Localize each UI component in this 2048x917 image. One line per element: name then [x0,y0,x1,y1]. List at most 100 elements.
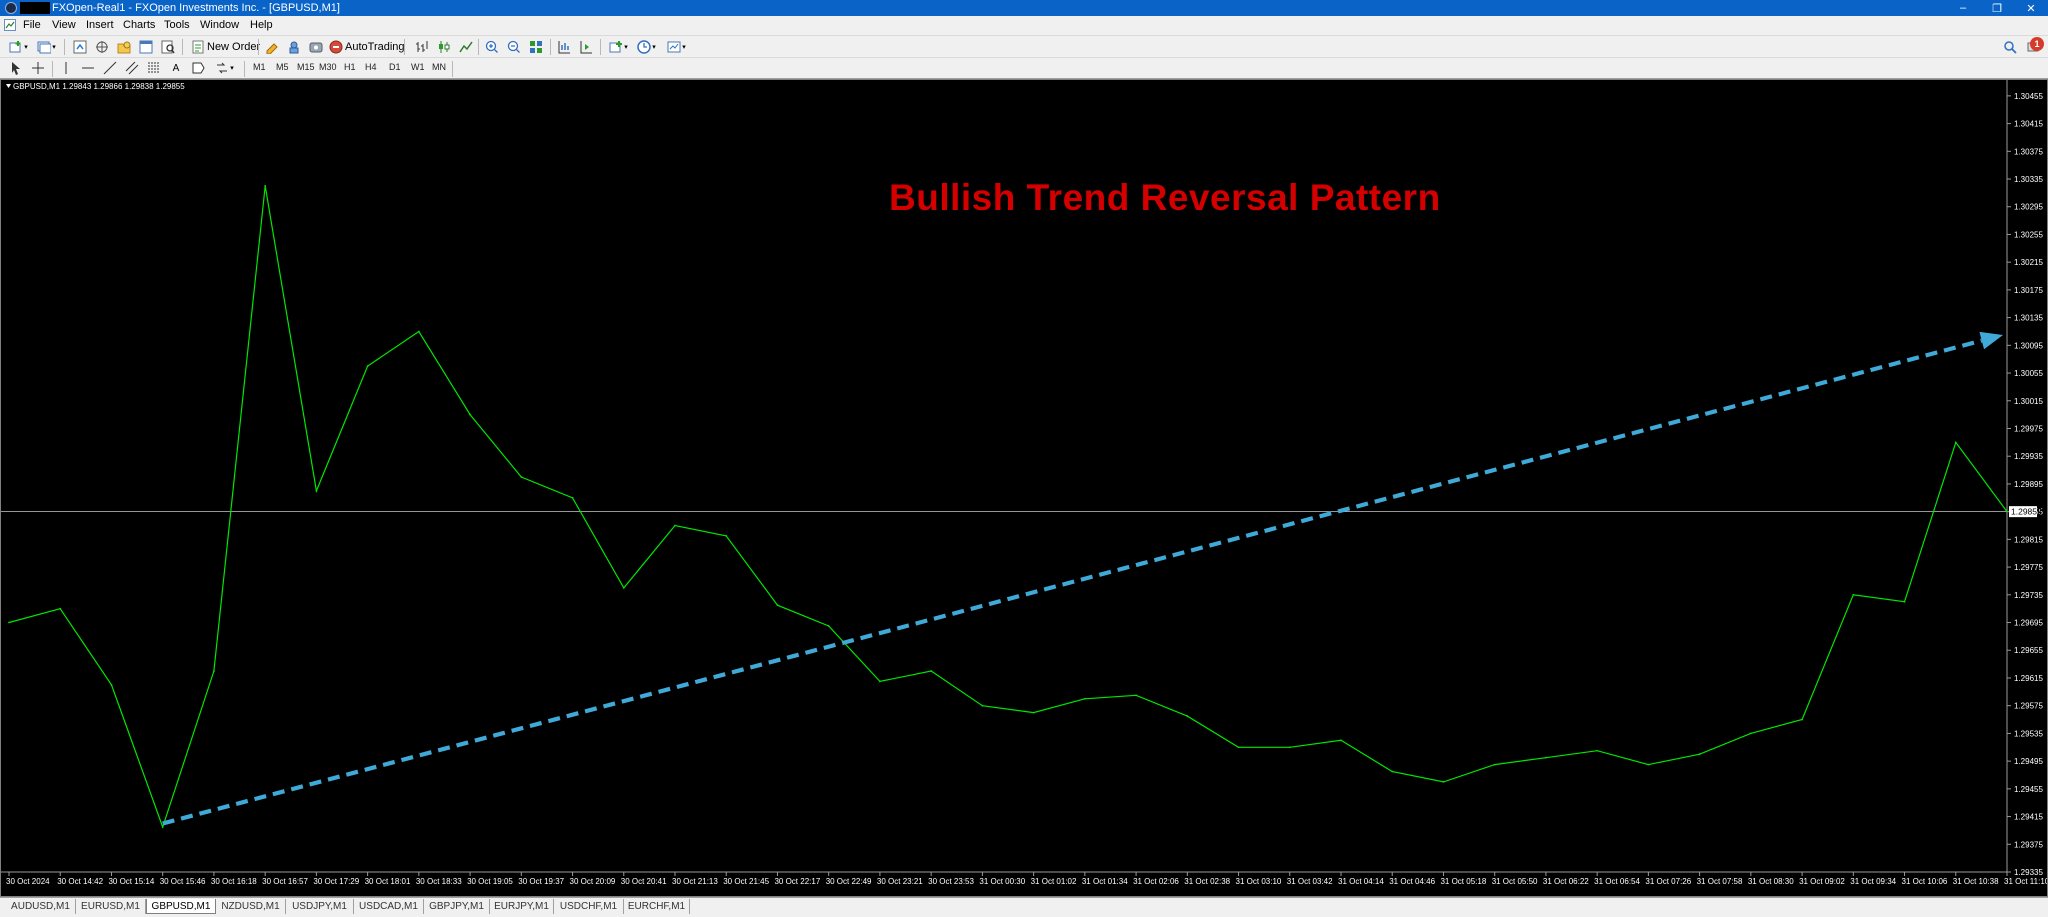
time-axis-label: 31 Oct 09:02 [1799,877,1845,886]
timeframe-m15[interactable]: M15 [297,62,315,72]
fibonacci-icon[interactable] [146,60,162,76]
price-point [776,604,779,607]
zoom-in-icon[interactable] [484,39,500,55]
chart-window-icon[interactable] [4,19,16,31]
notifications-icon[interactable]: 1 [2024,37,2044,55]
navigator-icon[interactable] [116,39,132,55]
time-axis-label: 30 Oct 19:05 [467,877,513,886]
menu-help[interactable]: Help [250,19,273,31]
price-point [827,625,830,627]
minimize-button[interactable]: – [1946,0,1980,16]
price-axis-label: 1.29655 [2014,646,2043,655]
strategy-tester-icon[interactable] [160,39,176,55]
tab-gbpusd[interactable]: GBPUSD,M1 [146,899,216,914]
price-point [366,365,369,368]
time-axis-label: 30 Oct 15:14 [108,877,154,886]
chart-shift-icon[interactable] [556,39,572,55]
price-axis-label: 1.29935 [2014,452,2043,461]
price-axis-label: 1.30175 [2014,286,2043,295]
time-axis-label: 31 Oct 02:06 [1133,877,1179,886]
time-axis-label: 31 Oct 05:18 [1440,877,1486,886]
time-axis-label: 30 Oct 22:49 [826,877,872,886]
time-axis-label: 30 Oct 15:46 [160,877,206,886]
zoom-out-icon[interactable] [506,39,522,55]
candlesticks-icon[interactable] [436,39,452,55]
menu-tools[interactable]: Tools [164,19,190,31]
price-axis-label: 1.30215 [2014,258,2043,267]
timeframe-w1[interactable]: W1 [411,62,425,72]
menu-insert[interactable]: Insert [86,19,114,31]
chart-window[interactable]: 1.30455 1.30415 1.30375 1.30335 1.30295 1.302… [0,79,2048,897]
autoscroll-icon[interactable] [578,39,594,55]
tab-eurjpy[interactable]: EURJPY,M1 [490,899,554,914]
tab-audusd[interactable]: AUDUSD,M1 [6,899,76,914]
price-axis-label: 1.29455 [2014,785,2043,794]
trendline-icon[interactable] [102,60,118,76]
price-point [1903,600,1906,603]
metaeditor-icon[interactable] [264,39,280,55]
menu-charts[interactable]: Charts [123,19,155,31]
bar-chart-icon[interactable] [414,39,430,55]
data-window-icon[interactable] [94,39,110,55]
close-button[interactable]: ✕ [2014,0,2048,16]
cursor-icon[interactable] [8,60,24,76]
price-point [571,496,574,499]
horizontal-line-icon[interactable] [80,60,96,76]
time-axis-label: 31 Oct 08:30 [1748,877,1794,886]
equidistant-channel-icon[interactable] [124,60,140,76]
time-axis-label: 30 Oct 20:41 [621,877,667,886]
price-axis-label: 1.29815 [2014,535,2043,544]
signals-icon[interactable] [286,39,302,55]
chevron-down-icon[interactable]: ▾ [22,39,30,55]
restore-button[interactable]: ❐ [1980,0,2014,16]
vertical-line-icon[interactable] [58,60,74,76]
new-order-button[interactable]: New Order [207,39,260,55]
tab-usdjpy[interactable]: USDJPY,M1 [286,899,354,914]
chevron-down-icon[interactable]: ▾ [228,60,236,76]
timeframe-mn[interactable]: MN [432,62,446,72]
timeframe-m5[interactable]: M5 [276,62,289,72]
time-axis-label: 30 Oct 16:57 [262,877,308,886]
tile-windows-icon[interactable] [528,39,544,55]
standard-toolbar: ▾ ▾ New Order AutoTrading ▾ ▾ ▾ 1 [0,35,2048,58]
crosshair-icon[interactable] [30,60,46,76]
tab-eurusd[interactable]: EURUSD,M1 [76,899,146,914]
price-axis-label: 1.29775 [2014,563,2043,572]
time-axis-label: 30 Oct 14:42 [57,877,103,886]
market-icon[interactable] [308,39,324,55]
text-tool[interactable]: A [168,60,184,76]
chevron-down-icon[interactable]: ▾ [622,39,630,55]
timeframe-m30[interactable]: M30 [319,62,337,72]
autotrading-icon[interactable] [328,39,344,55]
timeframe-h1[interactable]: H1 [344,62,356,72]
search-icon[interactable] [2002,39,2018,55]
terminal-icon[interactable] [138,39,154,55]
tab-gbpjpy[interactable]: GBPJPY,M1 [424,899,490,914]
price-axis-label: 1.29895 [2014,480,2043,489]
tab-usdchf[interactable]: USDCHF,M1 [554,899,624,914]
chevron-down-icon[interactable]: ▾ [50,39,58,55]
autotrading-button[interactable]: AutoTrading [345,39,405,55]
menu-view[interactable]: View [52,19,76,31]
app-icon[interactable] [5,2,17,14]
price-point [1442,781,1445,783]
price-point [1545,756,1547,759]
timeframe-h4[interactable]: H4 [365,62,377,72]
time-axis-label: 31 Oct 03:42 [1287,877,1333,886]
timeframe-m1[interactable]: M1 [253,62,266,72]
collapse-triangle-icon[interactable] [6,84,11,88]
time-axis-label: 31 Oct 03:10 [1236,877,1282,886]
price-chart[interactable]: 1.30455 1.30415 1.30375 1.30335 1.30295 1.302… [1,80,2047,896]
chevron-down-icon[interactable]: ▾ [650,39,658,55]
timeframe-d1[interactable]: D1 [389,62,401,72]
new-order-icon[interactable] [190,39,206,55]
line-chart-icon[interactable] [458,39,474,55]
menu-file[interactable]: File [23,19,41,31]
tab-nzdusd[interactable]: NZDUSD,M1 [216,899,286,914]
chevron-down-icon[interactable]: ▾ [680,39,688,55]
market-watch-icon[interactable] [72,39,88,55]
menu-window[interactable]: Window [200,19,239,31]
tab-eurchf[interactable]: EURCHF,M1 [624,899,690,914]
tab-usdcad[interactable]: USDCAD,M1 [354,899,424,914]
label-icon[interactable] [190,60,206,76]
